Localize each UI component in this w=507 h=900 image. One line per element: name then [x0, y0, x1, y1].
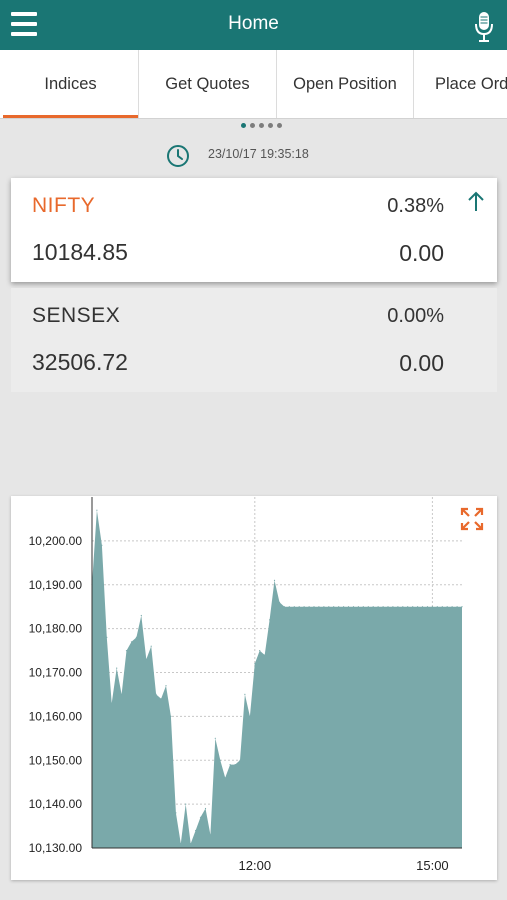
index-value: 32506.72 [32, 349, 128, 375]
index-card-nifty[interactable]: NIFTY 0.38% 10184.85 0.00 [11, 178, 497, 282]
last-updated-timestamp: 23/10/17 19:35:18 [208, 147, 309, 161]
tab-open-position[interactable]: Open Position [277, 50, 414, 118]
arrow-up-icon [468, 191, 484, 211]
index-percent-change: 0.38% [387, 195, 444, 217]
pager-dot-active[interactable] [241, 123, 246, 128]
index-percent-change: 0.00% [387, 305, 444, 327]
pager-dots [8, 123, 507, 128]
tab-get-quotes[interactable]: Get Quotes [139, 50, 277, 118]
tab-bar: Indices Get Quotes Open Position Place O… [0, 50, 507, 119]
pager-dot[interactable] [250, 123, 255, 128]
index-change: 0.00 [399, 350, 444, 376]
top-bar: Home [0, 0, 507, 50]
index-name: SENSEX [32, 304, 121, 327]
expand-icon[interactable] [460, 507, 484, 531]
pager-dot[interactable] [268, 123, 273, 128]
tab-place-order[interactable]: Place Order [414, 50, 507, 118]
index-value: 10184.85 [32, 239, 128, 265]
index-card-sensex[interactable]: SENSEX 0.00% 32506.72 0.00 [11, 288, 497, 392]
microphone-icon[interactable] [473, 11, 495, 43]
pager-dot[interactable] [259, 123, 264, 128]
intraday-chart-panel [11, 496, 497, 880]
index-change: 0.00 [399, 240, 444, 266]
tab-indices[interactable]: Indices [3, 50, 139, 118]
index-name: NIFTY [32, 194, 96, 217]
pager-dot[interactable] [277, 123, 282, 128]
page-title: Home [228, 13, 279, 34]
clock-icon [167, 145, 189, 167]
